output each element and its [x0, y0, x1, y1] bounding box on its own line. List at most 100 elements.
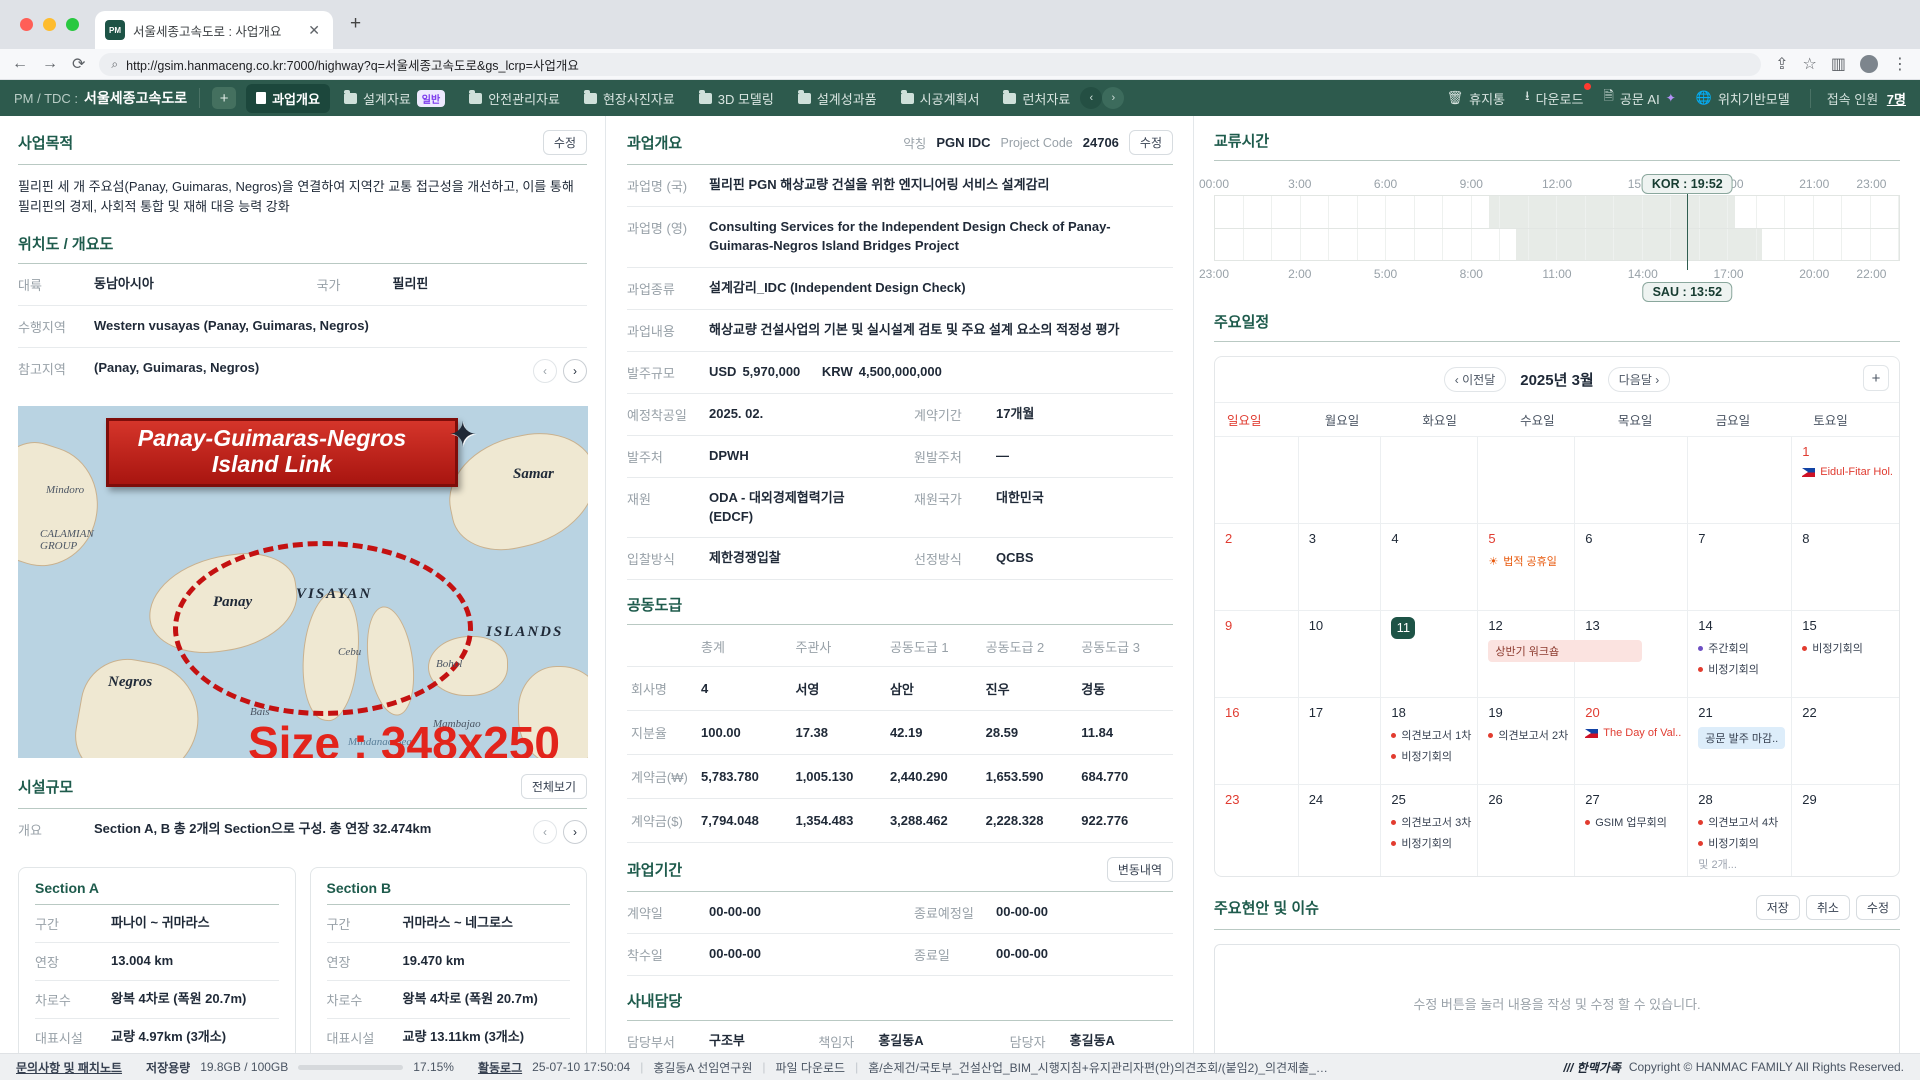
calendar-prev-button[interactable]: ‹ 이전달: [1444, 367, 1506, 392]
map-next-button[interactable]: ›: [563, 359, 587, 383]
calendar-cell[interactable]: 29: [1791, 784, 1899, 876]
section-prev-button[interactable]: ‹: [533, 820, 557, 844]
nav-tab-3[interactable]: 안전관리자료: [459, 84, 570, 113]
calendar-cell[interactable]: 10: [1298, 610, 1381, 697]
add-tab-button[interactable]: +: [212, 87, 236, 109]
calendar-event[interactable]: 비정기회의: [1698, 661, 1785, 677]
location-map[interactable]: Panay-Guimaras-Negros Island Link ✦ Mind…: [18, 406, 588, 758]
address-bar[interactable]: ⌕ http://gsim.hanmaceng.co.kr:7000/highw…: [99, 53, 1761, 76]
calendar-more-events[interactable]: 및 2개...: [1698, 856, 1785, 872]
nav-tab-5[interactable]: 3D 모델링: [689, 84, 784, 113]
menu-icon[interactable]: ⋮: [1892, 54, 1908, 74]
calendar-event[interactable]: 의견보고서 1차: [1391, 727, 1471, 743]
calendar-cell[interactable]: 3: [1298, 523, 1381, 610]
calendar-cell[interactable]: 9: [1215, 610, 1298, 697]
map-prev-button[interactable]: ‹: [533, 359, 557, 383]
tool-3[interactable]: 🗎공문 AI✦: [1603, 87, 1675, 109]
calendar-cell[interactable]: 5☀법적 공휴일: [1477, 523, 1574, 610]
calendar-cell[interactable]: 19의견보고서 2차: [1477, 697, 1574, 784]
calendar-cell[interactable]: 11: [1380, 610, 1477, 697]
issues-save-button[interactable]: 저장: [1756, 895, 1800, 920]
calendar-event[interactable]: 비정기회의: [1802, 640, 1893, 656]
side-panel-icon[interactable]: ▥: [1831, 54, 1846, 74]
issues-cancel-button[interactable]: 취소: [1806, 895, 1850, 920]
patch-notes-link[interactable]: 문의사항 및 패치노트: [16, 1059, 122, 1076]
window-controls[interactable]: [20, 18, 79, 31]
calendar-cell[interactable]: 27GSIM 업무회의: [1574, 784, 1687, 876]
calendar-event[interactable]: 의견보고서 4차: [1698, 814, 1785, 830]
section-next-button[interactable]: ›: [563, 820, 587, 844]
calendar-event[interactable]: 비정기회의: [1391, 748, 1471, 764]
issues-placeholder-box[interactable]: 수정 버튼을 눌러 내용을 작성 및 수정 할 수 있습니다.: [1214, 944, 1900, 1053]
calendar-cell[interactable]: 12상반기 워크숍: [1477, 610, 1574, 697]
period-history-button[interactable]: 변동내역: [1107, 857, 1173, 882]
calendar-cell[interactable]: [1687, 436, 1791, 523]
calendar-cell[interactable]: [1298, 436, 1381, 523]
calendar-cell[interactable]: 6: [1574, 523, 1687, 610]
calendar-cell[interactable]: 20The Day of Val..: [1574, 697, 1687, 784]
calendar-add-button[interactable]: +: [1863, 365, 1889, 391]
bookmark-icon[interactable]: ☆: [1803, 54, 1817, 74]
calendar-cell[interactable]: 15비정기회의: [1791, 610, 1899, 697]
calendar-cell[interactable]: 1Eidul-Fitar Hol.: [1791, 436, 1899, 523]
calendar-cell[interactable]: 25의견보고서 3차비정기회의: [1380, 784, 1477, 876]
calendar-event-bar[interactable]: 공문 발주 마감..: [1698, 727, 1785, 749]
profile-avatar[interactable]: [1860, 55, 1878, 73]
calendar-cell[interactable]: 17: [1298, 697, 1381, 784]
calendar-cell[interactable]: [1574, 436, 1687, 523]
new-tab-button[interactable]: +: [350, 14, 361, 33]
nav-tab-2[interactable]: 설계자료일반: [334, 84, 455, 113]
calendar-cell[interactable]: [1215, 436, 1298, 523]
calendar-cell[interactable]: [1477, 436, 1574, 523]
calendar-event[interactable]: 비정기회의: [1698, 835, 1785, 851]
tool-4[interactable]: 🌐위치기반모델: [1696, 89, 1790, 108]
share-icon[interactable]: ⇪: [1775, 54, 1788, 74]
online-count[interactable]: 7명: [1887, 92, 1906, 107]
purpose-edit-button[interactable]: 수정: [543, 130, 587, 155]
calendar-cell[interactable]: 4: [1380, 523, 1477, 610]
minimize-window-button[interactable]: [43, 18, 56, 31]
calendar-cell[interactable]: 28의견보고서 4차비정기회의및 2개...: [1687, 784, 1791, 876]
nav-tab-8[interactable]: 런처자료: [993, 84, 1080, 113]
calendar-cell[interactable]: 26: [1477, 784, 1574, 876]
tab-close-icon[interactable]: ✕: [305, 22, 323, 39]
nav-tab-7[interactable]: 시공계획서: [891, 84, 990, 113]
calendar-event[interactable]: 주간회의: [1698, 640, 1785, 656]
tool-1[interactable]: 🗑휴지통: [1447, 89, 1505, 108]
calendar-cell[interactable]: [1380, 436, 1477, 523]
issues-edit-button[interactable]: 수정: [1856, 895, 1900, 920]
calendar-holiday[interactable]: Eidul-Fitar Hol.: [1802, 466, 1893, 478]
nav-tab-1[interactable]: 과업개요: [246, 84, 330, 113]
nav-tab-6[interactable]: 설계성과품: [788, 84, 887, 113]
overview-edit-button[interactable]: 수정: [1129, 130, 1173, 155]
calendar-holiday[interactable]: ☀법적 공휴일: [1488, 553, 1568, 569]
back-icon[interactable]: ←: [12, 55, 28, 73]
log-file-path[interactable]: 홈/손제건/국토부_건설산업_BIM_시행지침+유지관리자편(안)의견조회/(붙…: [868, 1059, 1338, 1076]
browser-tab[interactable]: PM 서울세종고속도로 : 사업개요 ✕: [95, 11, 333, 49]
tabs-scroll-left-button[interactable]: ‹: [1080, 87, 1102, 109]
calendar-cell[interactable]: 14주간회의비정기회의: [1687, 610, 1791, 697]
calendar-next-button[interactable]: 다음달 ›: [1608, 367, 1670, 392]
calendar-cell[interactable]: 22: [1791, 697, 1899, 784]
forward-icon[interactable]: →: [42, 55, 58, 73]
facility-viewall-button[interactable]: 전체보기: [521, 774, 587, 799]
calendar-event[interactable]: 의견보고서 2차: [1488, 727, 1568, 743]
calendar-cell[interactable]: 16: [1215, 697, 1298, 784]
tool-2[interactable]: ⭳다운로드: [1525, 87, 1583, 109]
tabs-scroll-right-button[interactable]: ›: [1102, 87, 1124, 109]
calendar-event[interactable]: 의견보고서 3차: [1391, 814, 1471, 830]
calendar-event-bar[interactable]: 상반기 워크숍: [1488, 640, 1641, 662]
calendar-cell[interactable]: 24: [1298, 784, 1381, 876]
calendar-cell[interactable]: 23: [1215, 784, 1298, 876]
calendar-event[interactable]: 비정기회의: [1391, 835, 1471, 851]
calendar-holiday[interactable]: The Day of Val..: [1585, 727, 1681, 739]
nav-tab-4[interactable]: 현장사진자료: [574, 84, 685, 113]
close-window-button[interactable]: [20, 18, 33, 31]
activity-log-link[interactable]: 활동로그: [478, 1059, 522, 1076]
calendar-cell[interactable]: 18의견보고서 1차비정기회의: [1380, 697, 1477, 784]
calendar-event[interactable]: GSIM 업무회의: [1585, 814, 1681, 830]
calendar-cell[interactable]: 7: [1687, 523, 1791, 610]
calendar-cell[interactable]: 2: [1215, 523, 1298, 610]
maximize-window-button[interactable]: [66, 18, 79, 31]
calendar-cell[interactable]: 8: [1791, 523, 1899, 610]
